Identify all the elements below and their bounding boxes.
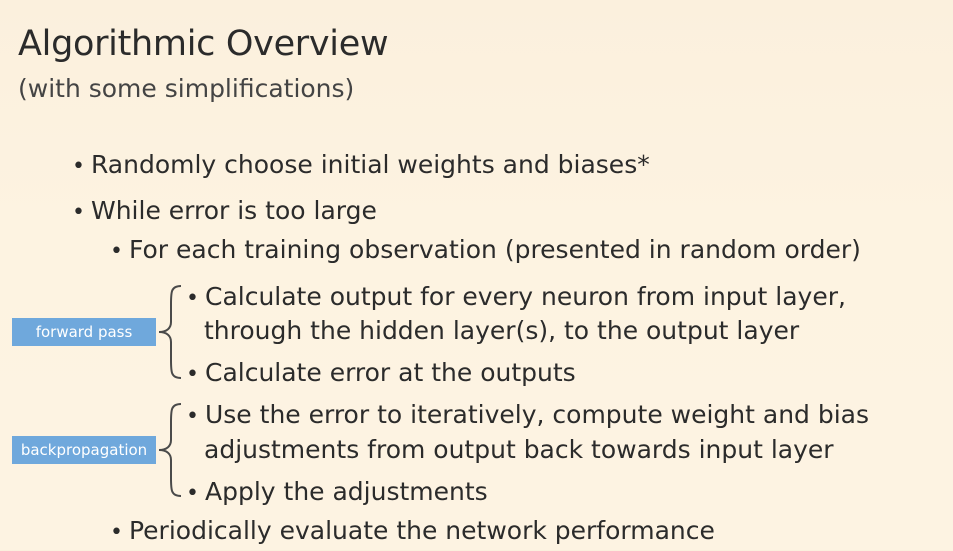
bullet-dot: • bbox=[186, 286, 199, 311]
bullet-initial-weights: • Randomly choose initial weights and bia… bbox=[72, 147, 650, 185]
bullet-text: Apply the adjustments bbox=[204, 477, 488, 506]
bullet-text: While error is too large bbox=[90, 196, 377, 225]
bullet-calculate-output-cont: through the hidden layer(s), to the outp… bbox=[204, 316, 800, 345]
bullet-text: For each training observation (presented… bbox=[128, 235, 861, 264]
bullet-text: Randomly choose initial weights and bias… bbox=[90, 150, 650, 179]
bullet-text: Periodically evaluate the network perfor… bbox=[128, 516, 715, 545]
bullet-text: Use the error to iteratively, compute we… bbox=[204, 400, 870, 429]
bullet-calculate-error: • Calculate error at the outputs bbox=[186, 355, 576, 393]
bullet-dot: • bbox=[186, 481, 199, 506]
bullet-use-error: • Use the error to iteratively, compute w… bbox=[186, 397, 869, 435]
forward-pass-label: forward pass bbox=[12, 318, 156, 346]
backpropagation-label: backpropagation bbox=[12, 436, 156, 464]
bullet-dot: • bbox=[72, 200, 85, 225]
forward-pass-brace bbox=[158, 285, 182, 379]
bullet-apply-adjustments: • Apply the adjustments bbox=[186, 474, 488, 512]
bullet-use-error-cont: adjustments from output back towards inp… bbox=[204, 435, 834, 464]
bullet-evaluate-performance: • Periodically evaluate the network perfo… bbox=[110, 513, 715, 551]
bullet-dot: • bbox=[110, 239, 123, 264]
backpropagation-brace bbox=[158, 403, 182, 497]
bullet-dot: • bbox=[110, 520, 123, 545]
slide-subtitle: (with some simplifications) bbox=[18, 74, 355, 103]
bullet-dot: • bbox=[186, 404, 199, 429]
slide-title: Algorithmic Overview bbox=[18, 24, 389, 64]
bullet-text: Calculate output for every neuron from i… bbox=[204, 282, 846, 311]
bullet-while-error: • While error is too large bbox=[72, 193, 377, 231]
bullet-calculate-output: • Calculate output for every neuron from … bbox=[186, 279, 846, 317]
bullet-dot: • bbox=[186, 362, 199, 387]
bullet-dot: • bbox=[72, 154, 85, 179]
bullet-each-observation: • For each training observation (presente… bbox=[110, 232, 861, 270]
bullet-text: Calculate error at the outputs bbox=[204, 358, 576, 387]
slide: Algorithmic Overview (with some simplifi… bbox=[0, 0, 953, 550]
